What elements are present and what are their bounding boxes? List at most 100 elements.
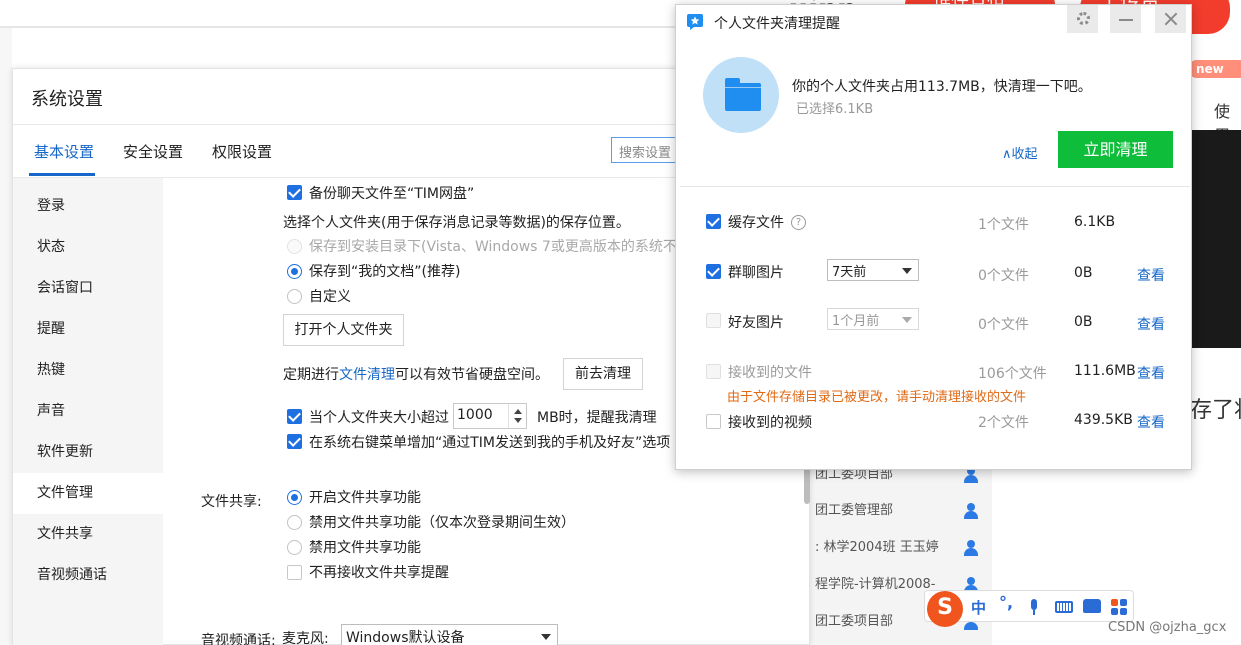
microphone-icon[interactable] <box>1029 599 1039 615</box>
sidebar-item-reminder[interactable]: 提醒 <box>13 309 163 350</box>
no-share-reminder-checkbox[interactable] <box>287 565 302 580</box>
chevron-up-icon <box>514 409 522 414</box>
backup-label: 备份聊天文件至“TIM网盘” <box>309 186 475 202</box>
sidebar-item-file-sharing[interactable]: 文件共享 <box>13 514 163 555</box>
tab-basic-settings[interactable]: 基本设置 <box>34 141 94 162</box>
group-images-age-value: 7天前 <box>832 265 867 280</box>
group-images-checkbox[interactable] <box>706 264 721 279</box>
sidebar-item-status[interactable]: 状态 <box>13 227 163 268</box>
list-item[interactable]: : 林学2004班 王玉婷 <box>809 530 993 566</box>
received-videos-checkbox[interactable] <box>706 414 721 429</box>
dialog-divider <box>680 186 1190 187</box>
new-badge: new <box>1188 60 1241 78</box>
background-large-text: 存了将 <box>1190 398 1241 423</box>
friend-images-size: 0B <box>1074 314 1093 330</box>
collapse-link[interactable]: ∧收起 <box>1002 143 1038 162</box>
cache-files-size: 6.1KB <box>1074 214 1116 230</box>
sidebar-item-software-update[interactable]: 软件更新 <box>13 432 163 473</box>
radio-install-dir-label: 保存到安装目录下(Vista、Windows 7或更高版本的系统不支持) <box>309 239 711 255</box>
context-menu-checkbox[interactable] <box>287 434 302 449</box>
backup-checkbox[interactable] <box>287 185 302 200</box>
group-name: : 林学2004班 王玉婷 <box>815 540 939 555</box>
friend-images-checkbox[interactable] <box>706 313 721 328</box>
received-files-view-link[interactable]: 查看 <box>1137 363 1165 383</box>
group-name: 团工委管理部 <box>815 503 894 518</box>
stepper-arrows[interactable] <box>508 404 526 428</box>
skin-icon[interactable] <box>1083 599 1101 613</box>
keyboard-icon[interactable] <box>1055 601 1073 613</box>
active-tab-indicator <box>29 173 95 176</box>
cache-files-checkbox[interactable] <box>706 214 721 229</box>
sogou-logo-icon[interactable]: S <box>927 591 963 627</box>
sidebar-item-chat-window[interactable]: 会话窗口 <box>13 268 163 309</box>
tab-permission-settings[interactable]: 权限设置 <box>212 141 272 162</box>
radio-custom-label: 自定义 <box>309 289 351 305</box>
size-limit-stepper[interactable]: 1000 <box>453 403 527 429</box>
minimize-button[interactable] <box>1109 5 1141 33</box>
sidebar-item-sound[interactable]: 声音 <box>13 391 163 432</box>
folder-icon <box>703 57 779 133</box>
settings-button[interactable] <box>1066 5 1098 33</box>
csdn-watermark: CSDN @ojzha_gcx <box>1108 620 1227 635</box>
friend-images-label: 好友图片 <box>728 315 784 331</box>
toolbox-icon[interactable] <box>1111 599 1127 615</box>
close-button[interactable] <box>1154 5 1186 33</box>
folder-location-label: 选择个人文件夹(用于保存消息记录等数据)的保存位置。 <box>283 215 630 231</box>
friend-images-age-select[interactable]: 1个月前 <box>827 308 919 330</box>
cache-files-count: 1个文件 <box>978 217 1029 233</box>
minimize-icon <box>1119 19 1133 21</box>
background-left-edge <box>0 28 12 645</box>
file-cleanup-link[interactable]: 文件清理 <box>339 367 395 383</box>
group-name: 团工委项目部 <box>815 614 894 629</box>
radio-install-dir[interactable] <box>287 239 302 254</box>
background-dark-panel <box>1190 130 1241 348</box>
microphone-select[interactable]: Windows默认设备 <box>341 624 558 645</box>
friend-images-view-link[interactable]: 查看 <box>1137 314 1165 334</box>
clean-now-button[interactable]: 立即清理 <box>1058 131 1173 168</box>
sidebar-item-file-management[interactable]: 文件管理 <box>13 473 163 514</box>
radio-enable-sharing[interactable] <box>287 490 302 505</box>
ime-mode-toggle[interactable]: 中 <box>971 597 986 618</box>
file-sharing-heading: 文件共享: <box>201 494 262 510</box>
radio-my-documents[interactable] <box>287 264 302 279</box>
periodic-prefix: 定期进行 <box>283 367 339 383</box>
microphone-value: Windows默认设备 <box>346 630 465 645</box>
size-limit-prefix: 当个人文件夹大小超过 <box>309 410 449 426</box>
sidebar-item-login[interactable]: 登录 <box>13 186 163 227</box>
dialog-title: 个人文件夹清理提醒 <box>714 16 840 32</box>
sidebar-item-hotkeys[interactable]: 热键 <box>13 350 163 391</box>
radio-disable-sharing[interactable] <box>287 540 302 555</box>
group-images-count: 0个文件 <box>978 268 1029 284</box>
ime-punctuation-toggle[interactable]: °, <box>999 593 1013 612</box>
person-icon <box>963 540 979 556</box>
gear-icon <box>1077 12 1090 25</box>
sidebar-item-av-call[interactable]: 音视频通话 <box>13 555 163 596</box>
no-share-reminder-label: 不再接收文件共享提醒 <box>309 565 449 581</box>
group-images-age-select[interactable]: 7天前 <box>827 259 919 281</box>
received-videos-view-link[interactable]: 查看 <box>1137 412 1165 432</box>
help-icon[interactable]: ? <box>791 215 806 230</box>
go-clean-button[interactable]: 前去清理 <box>563 358 643 390</box>
usage-message: 你的个人文件夹占用113.7MB，快清理一下吧。 <box>792 79 1092 95</box>
radio-disable-sharing-session-label: 禁用文件共享功能（仅本次登录期间生效） <box>309 515 575 531</box>
person-icon <box>963 503 979 519</box>
chevron-up-icon: ∧ <box>1002 147 1012 162</box>
received-videos-size: 439.5KB <box>1074 412 1133 428</box>
background-divider <box>0 26 680 28</box>
av-call-heading: 音视频通话: <box>201 633 276 645</box>
radio-disable-sharing-session[interactable] <box>287 515 302 530</box>
received-files-size: 111.6MB <box>1074 363 1136 379</box>
open-personal-folder-button[interactable]: 打开个人文件夹 <box>283 314 404 346</box>
radio-custom[interactable] <box>287 289 302 304</box>
dialog-titlebar[interactable]: 个人文件夹清理提醒 <box>676 5 1191 39</box>
group-images-size: 0B <box>1074 265 1093 281</box>
received-files-warning: 由于文件存储目录已被更改，请手动清理接收的文件 <box>727 390 1027 405</box>
collapse-label: 收起 <box>1011 147 1038 162</box>
size-limit-checkbox[interactable] <box>287 409 302 424</box>
group-images-view-link[interactable]: 查看 <box>1137 265 1165 285</box>
radio-disable-sharing-label: 禁用文件共享功能 <box>309 540 421 556</box>
tab-security-settings[interactable]: 安全设置 <box>123 141 183 162</box>
friend-images-age-value: 1个月前 <box>832 314 880 329</box>
list-item[interactable]: 团工委管理部 <box>809 493 993 529</box>
received-files-checkbox[interactable] <box>706 364 721 379</box>
